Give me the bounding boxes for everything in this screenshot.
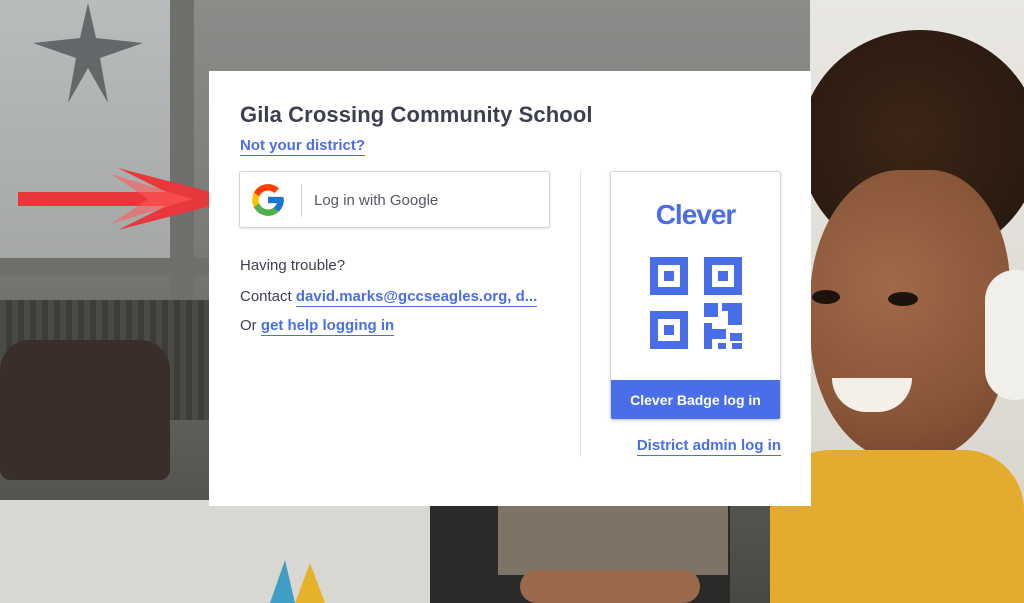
google-login-button[interactable]: Log in with Google	[239, 171, 550, 228]
get-help-link[interactable]: get help logging in	[260, 317, 395, 336]
qr-code-icon	[650, 257, 742, 349]
paper-decoration-icon	[270, 560, 325, 603]
google-login-label: Log in with Google	[314, 192, 439, 209]
bg-window-sill	[0, 258, 210, 276]
login-card: Gila Crossing Community School Not your …	[209, 71, 811, 506]
bg-child-hand	[520, 570, 700, 603]
clever-badge-card[interactable]: Clever Clever Badge log in	[610, 171, 781, 420]
help-line: Or get help logging in	[240, 317, 395, 336]
star-decoration-icon	[33, 3, 143, 103]
vertical-divider	[580, 171, 581, 457]
bg-child-eye	[888, 292, 918, 306]
bg-window-frame	[170, 0, 194, 300]
not-your-district-link[interactable]: Not your district?	[240, 137, 366, 156]
bg-laptop-screen	[498, 505, 728, 575]
contact-prefix: Contact	[240, 288, 292, 305]
bg-chair	[0, 340, 170, 480]
or-prefix: Or	[240, 317, 257, 334]
clever-badge-login-button[interactable]: Clever Badge log in	[611, 380, 780, 419]
bg-child-face	[810, 170, 1010, 460]
district-name: Gila Crossing Community School	[240, 102, 593, 127]
red-arrow-annotation-icon	[18, 168, 238, 230]
bg-child-eye	[812, 290, 840, 304]
bg-headphone	[985, 270, 1024, 400]
contact-email-link[interactable]: david.marks@gccseagles.org, d...	[295, 288, 538, 307]
clever-logo: Clever	[655, 199, 737, 230]
having-trouble-text: Having trouble?	[240, 257, 346, 274]
district-admin-login-link[interactable]: District admin log in	[636, 437, 781, 456]
contact-line: Contact david.marks@gccseagles.org, d...	[240, 288, 538, 307]
google-logo-icon	[252, 184, 284, 216]
bg-table	[0, 500, 460, 603]
google-button-divider	[301, 184, 302, 217]
